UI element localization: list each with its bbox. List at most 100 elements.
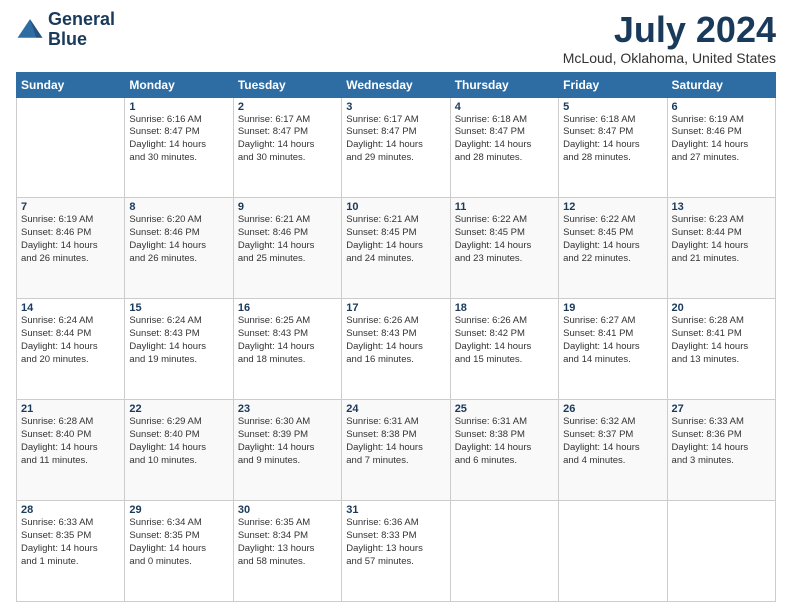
day-info: Sunrise: 6:34 AM Sunset: 8:35 PM Dayligh… (129, 517, 228, 568)
calendar-cell: 27Sunrise: 6:33 AM Sunset: 8:36 PM Dayli… (667, 400, 775, 501)
day-number: 22 (129, 403, 228, 415)
day-number: 13 (672, 201, 771, 213)
calendar-cell: 17Sunrise: 6:26 AM Sunset: 8:43 PM Dayli… (342, 299, 450, 400)
day-number: 11 (455, 201, 554, 213)
calendar-week-row: 28Sunrise: 6:33 AM Sunset: 8:35 PM Dayli… (17, 501, 776, 602)
calendar-cell: 24Sunrise: 6:31 AM Sunset: 8:38 PM Dayli… (342, 400, 450, 501)
day-info: Sunrise: 6:33 AM Sunset: 8:36 PM Dayligh… (672, 416, 771, 467)
calendar-cell: 3Sunrise: 6:17 AM Sunset: 8:47 PM Daylig… (342, 97, 450, 198)
day-number: 30 (238, 504, 337, 516)
day-info: Sunrise: 6:30 AM Sunset: 8:39 PM Dayligh… (238, 416, 337, 467)
day-number: 27 (672, 403, 771, 415)
calendar-cell (450, 501, 558, 602)
logo: General Blue (16, 10, 115, 50)
calendar-cell: 5Sunrise: 6:18 AM Sunset: 8:47 PM Daylig… (559, 97, 667, 198)
day-number: 1 (129, 101, 228, 113)
day-number: 10 (346, 201, 445, 213)
day-info: Sunrise: 6:24 AM Sunset: 8:43 PM Dayligh… (129, 315, 228, 366)
day-info: Sunrise: 6:19 AM Sunset: 8:46 PM Dayligh… (672, 114, 771, 165)
header: General Blue July 2024 McLoud, Oklahoma,… (16, 10, 776, 66)
calendar-cell: 16Sunrise: 6:25 AM Sunset: 8:43 PM Dayli… (233, 299, 341, 400)
day-info: Sunrise: 6:24 AM Sunset: 8:44 PM Dayligh… (21, 315, 120, 366)
calendar-cell: 26Sunrise: 6:32 AM Sunset: 8:37 PM Dayli… (559, 400, 667, 501)
day-number: 28 (21, 504, 120, 516)
calendar-cell: 20Sunrise: 6:28 AM Sunset: 8:41 PM Dayli… (667, 299, 775, 400)
calendar-header-thursday: Thursday (450, 72, 558, 97)
calendar-header-wednesday: Wednesday (342, 72, 450, 97)
calendar-cell: 18Sunrise: 6:26 AM Sunset: 8:42 PM Dayli… (450, 299, 558, 400)
calendar-week-row: 21Sunrise: 6:28 AM Sunset: 8:40 PM Dayli… (17, 400, 776, 501)
calendar-cell: 25Sunrise: 6:31 AM Sunset: 8:38 PM Dayli… (450, 400, 558, 501)
calendar-cell: 4Sunrise: 6:18 AM Sunset: 8:47 PM Daylig… (450, 97, 558, 198)
day-info: Sunrise: 6:32 AM Sunset: 8:37 PM Dayligh… (563, 416, 662, 467)
day-number: 16 (238, 302, 337, 314)
calendar-header-saturday: Saturday (667, 72, 775, 97)
day-number: 19 (563, 302, 662, 314)
logo-line1: General (48, 10, 115, 30)
calendar-cell: 21Sunrise: 6:28 AM Sunset: 8:40 PM Dayli… (17, 400, 125, 501)
day-number: 12 (563, 201, 662, 213)
day-info: Sunrise: 6:35 AM Sunset: 8:34 PM Dayligh… (238, 517, 337, 568)
day-number: 14 (21, 302, 120, 314)
day-number: 15 (129, 302, 228, 314)
logo-line2: Blue (48, 30, 115, 50)
calendar-cell (667, 501, 775, 602)
calendar-cell: 9Sunrise: 6:21 AM Sunset: 8:46 PM Daylig… (233, 198, 341, 299)
day-number: 2 (238, 101, 337, 113)
calendar-cell: 31Sunrise: 6:36 AM Sunset: 8:33 PM Dayli… (342, 501, 450, 602)
day-number: 8 (129, 201, 228, 213)
calendar-header-monday: Monday (125, 72, 233, 97)
day-info: Sunrise: 6:36 AM Sunset: 8:33 PM Dayligh… (346, 517, 445, 568)
day-number: 31 (346, 504, 445, 516)
logo-text: General Blue (48, 10, 115, 50)
day-info: Sunrise: 6:19 AM Sunset: 8:46 PM Dayligh… (21, 214, 120, 265)
calendar-cell: 14Sunrise: 6:24 AM Sunset: 8:44 PM Dayli… (17, 299, 125, 400)
calendar-week-row: 14Sunrise: 6:24 AM Sunset: 8:44 PM Dayli… (17, 299, 776, 400)
day-info: Sunrise: 6:21 AM Sunset: 8:45 PM Dayligh… (346, 214, 445, 265)
day-info: Sunrise: 6:28 AM Sunset: 8:40 PM Dayligh… (21, 416, 120, 467)
day-number: 20 (672, 302, 771, 314)
day-info: Sunrise: 6:22 AM Sunset: 8:45 PM Dayligh… (455, 214, 554, 265)
calendar-cell: 2Sunrise: 6:17 AM Sunset: 8:47 PM Daylig… (233, 97, 341, 198)
main-title: July 2024 (563, 10, 776, 50)
day-number: 21 (21, 403, 120, 415)
calendar-header-friday: Friday (559, 72, 667, 97)
day-info: Sunrise: 6:27 AM Sunset: 8:41 PM Dayligh… (563, 315, 662, 366)
calendar-cell: 10Sunrise: 6:21 AM Sunset: 8:45 PM Dayli… (342, 198, 450, 299)
calendar-header-sunday: Sunday (17, 72, 125, 97)
day-number: 29 (129, 504, 228, 516)
calendar-cell: 6Sunrise: 6:19 AM Sunset: 8:46 PM Daylig… (667, 97, 775, 198)
day-number: 6 (672, 101, 771, 113)
title-section: July 2024 McLoud, Oklahoma, United State… (563, 10, 776, 66)
calendar-cell: 8Sunrise: 6:20 AM Sunset: 8:46 PM Daylig… (125, 198, 233, 299)
day-info: Sunrise: 6:31 AM Sunset: 8:38 PM Dayligh… (455, 416, 554, 467)
day-info: Sunrise: 6:22 AM Sunset: 8:45 PM Dayligh… (563, 214, 662, 265)
calendar-cell: 1Sunrise: 6:16 AM Sunset: 8:47 PM Daylig… (125, 97, 233, 198)
day-number: 23 (238, 403, 337, 415)
subtitle: McLoud, Oklahoma, United States (563, 50, 776, 66)
day-number: 7 (21, 201, 120, 213)
day-number: 9 (238, 201, 337, 213)
day-number: 17 (346, 302, 445, 314)
day-info: Sunrise: 6:26 AM Sunset: 8:42 PM Dayligh… (455, 315, 554, 366)
calendar-cell: 13Sunrise: 6:23 AM Sunset: 8:44 PM Dayli… (667, 198, 775, 299)
calendar-cell: 11Sunrise: 6:22 AM Sunset: 8:45 PM Dayli… (450, 198, 558, 299)
calendar-cell: 7Sunrise: 6:19 AM Sunset: 8:46 PM Daylig… (17, 198, 125, 299)
day-number: 24 (346, 403, 445, 415)
day-info: Sunrise: 6:28 AM Sunset: 8:41 PM Dayligh… (672, 315, 771, 366)
calendar-cell: 22Sunrise: 6:29 AM Sunset: 8:40 PM Dayli… (125, 400, 233, 501)
day-info: Sunrise: 6:31 AM Sunset: 8:38 PM Dayligh… (346, 416, 445, 467)
calendar-cell: 12Sunrise: 6:22 AM Sunset: 8:45 PM Dayli… (559, 198, 667, 299)
day-number: 4 (455, 101, 554, 113)
day-info: Sunrise: 6:17 AM Sunset: 8:47 PM Dayligh… (238, 114, 337, 165)
calendar-cell: 29Sunrise: 6:34 AM Sunset: 8:35 PM Dayli… (125, 501, 233, 602)
calendar-table: SundayMondayTuesdayWednesdayThursdayFrid… (16, 72, 776, 602)
day-number: 5 (563, 101, 662, 113)
day-info: Sunrise: 6:18 AM Sunset: 8:47 PM Dayligh… (455, 114, 554, 165)
day-info: Sunrise: 6:17 AM Sunset: 8:47 PM Dayligh… (346, 114, 445, 165)
calendar-cell (17, 97, 125, 198)
day-info: Sunrise: 6:25 AM Sunset: 8:43 PM Dayligh… (238, 315, 337, 366)
day-info: Sunrise: 6:18 AM Sunset: 8:47 PM Dayligh… (563, 114, 662, 165)
calendar-week-row: 1Sunrise: 6:16 AM Sunset: 8:47 PM Daylig… (17, 97, 776, 198)
logo-icon (16, 16, 44, 44)
